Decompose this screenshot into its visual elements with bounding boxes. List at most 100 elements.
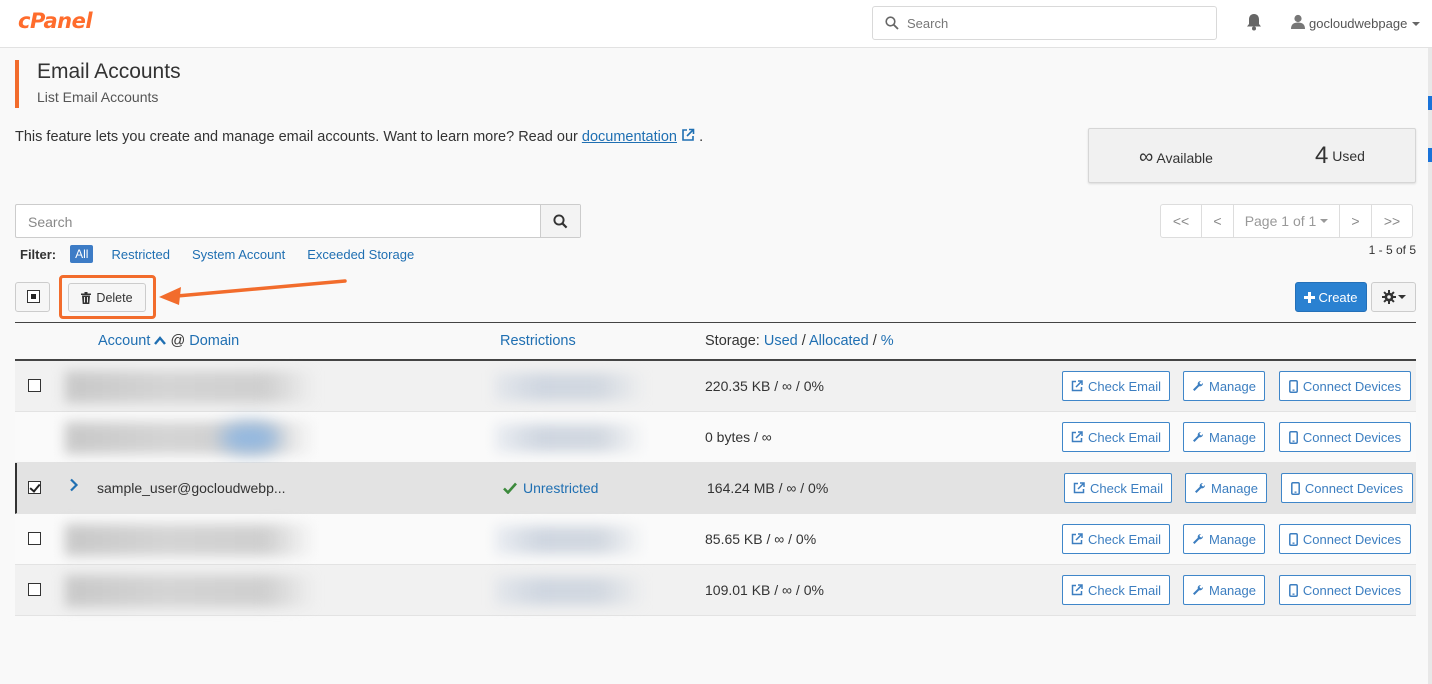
row-checkbox[interactable] (28, 583, 41, 596)
row-checkbox[interactable] (28, 379, 41, 392)
caret-down-icon (1397, 295, 1406, 299)
check-icon (503, 482, 517, 494)
account-search-input[interactable] (28, 212, 528, 232)
connect-devices-button[interactable]: Connect Devices (1281, 473, 1413, 503)
sort-allocated-link[interactable]: Allocated (809, 333, 869, 349)
account-stats: ∞ Available 4 Used (1088, 128, 1416, 183)
redacted-account (65, 524, 315, 556)
filter-all[interactable]: All (70, 245, 94, 263)
storage-value: 220.35 KB / ∞ / 0% (705, 378, 824, 394)
account-email: sample_user@gocloudwebp... (97, 480, 286, 496)
connect-devices-label: Connect Devices (1302, 378, 1402, 394)
next-page-button[interactable]: > (1339, 204, 1372, 238)
filter-bar: Filter: All Restricted System Account Ex… (20, 245, 436, 263)
sort-used-link[interactable]: Used (764, 333, 798, 349)
trash-icon (81, 291, 92, 304)
used-label: Used (1332, 148, 1365, 164)
connect-devices-label: Connect Devices (1302, 582, 1402, 598)
available-value: ∞ (1139, 146, 1154, 168)
first-page-button[interactable]: << (1160, 204, 1202, 238)
manage-button[interactable]: Manage (1183, 575, 1265, 605)
connect-devices-button[interactable]: Connect Devices (1279, 371, 1411, 401)
table-row-selected: sample_user@gocloudwebp... Unrestricted … (15, 463, 1416, 514)
mobile-device-icon (1288, 583, 1298, 597)
manage-button[interactable]: Manage (1183, 422, 1265, 452)
check-email-label: Check Email (1088, 582, 1161, 598)
edge-marker (1428, 96, 1432, 110)
connect-devices-button[interactable]: Connect Devices (1279, 575, 1411, 605)
connect-devices-label: Connect Devices (1302, 429, 1402, 445)
table-row: 109.01 KB / ∞ / 0% Check Email Manage Co… (15, 565, 1416, 616)
check-email-button[interactable]: Check Email (1062, 575, 1170, 605)
delete-label: Delete (96, 290, 133, 305)
check-email-label: Check Email (1088, 378, 1161, 394)
available-stat: ∞ Available (1139, 146, 1213, 169)
last-page-button[interactable]: >> (1371, 204, 1413, 238)
user-icon (1291, 14, 1305, 32)
search-icon (553, 213, 568, 228)
account-search-button[interactable] (540, 205, 580, 237)
redacted-restriction (495, 577, 645, 605)
manage-button[interactable]: Manage (1183, 371, 1265, 401)
search-icon (885, 16, 899, 33)
cpanel-logo[interactable]: cPanel (18, 9, 93, 33)
used-value: 4 (1315, 142, 1329, 169)
manage-label: Manage (1209, 531, 1256, 547)
check-email-button[interactable]: Check Email (1064, 473, 1172, 503)
check-email-button[interactable]: Check Email (1062, 371, 1170, 401)
sort-account-link[interactable]: Account (98, 333, 150, 349)
check-email-label: Check Email (1088, 429, 1161, 445)
create-button[interactable]: Create (1295, 282, 1367, 312)
intro-end: . (699, 129, 704, 145)
unrestricted-link[interactable]: Unrestricted (523, 480, 598, 496)
storage-value: 164.24 MB / ∞ / 0% (707, 480, 829, 496)
sort-percent-link[interactable]: % (881, 333, 894, 349)
wrench-icon (1193, 533, 1204, 544)
notifications-bell-icon[interactable] (1246, 13, 1262, 34)
connect-devices-button[interactable]: Connect Devices (1279, 524, 1411, 554)
chevron-right-icon[interactable] (69, 478, 79, 495)
sort-restrictions-link[interactable]: Restrictions (500, 333, 576, 349)
table-row: 0 bytes / ∞ Check Email Manage Connect D… (15, 412, 1416, 463)
gear-icon (1381, 290, 1396, 304)
connect-devices-button[interactable]: Connect Devices (1279, 422, 1411, 452)
redacted-restriction (495, 373, 645, 401)
row-checkbox[interactable] (28, 532, 41, 545)
accounts-table: Account @ Domain Restrictions Storage: U… (15, 322, 1416, 616)
check-email-button[interactable]: Check Email (1062, 524, 1170, 554)
sort-up-icon[interactable] (154, 333, 167, 349)
check-email-button[interactable]: Check Email (1062, 422, 1170, 452)
account-domain-header: Account @ Domain (98, 333, 239, 349)
separator: / (801, 333, 806, 349)
settings-menu-button[interactable] (1371, 282, 1416, 312)
delete-button[interactable]: Delete (68, 283, 146, 312)
redacted-restriction (495, 526, 645, 554)
external-link-icon[interactable] (681, 128, 699, 145)
table-row: 220.35 KB / ∞ / 0% Check Email Manage Co… (15, 361, 1416, 412)
filter-restricted[interactable]: Restricted (111, 247, 170, 262)
sort-domain-link[interactable]: Domain (189, 333, 239, 349)
row-checkbox[interactable] (28, 481, 41, 494)
filter-exceeded-storage[interactable]: Exceeded Storage (307, 247, 414, 262)
external-link-icon (1071, 431, 1083, 443)
connect-devices-label: Connect Devices (1304, 480, 1404, 496)
documentation-link[interactable]: documentation (582, 129, 677, 145)
filter-system-account[interactable]: System Account (192, 247, 285, 262)
user-menu[interactable]: gocloudwebpage (1291, 14, 1421, 32)
connect-devices-label: Connect Devices (1302, 531, 1402, 547)
global-search-input[interactable] (907, 13, 1207, 33)
select-all-checkbox[interactable] (15, 282, 50, 312)
filter-label: Filter: (20, 246, 57, 262)
manage-button[interactable]: Manage (1185, 473, 1267, 503)
manage-button[interactable]: Manage (1183, 524, 1265, 554)
create-label: Create (1318, 289, 1358, 305)
checkbox-indeterminate (27, 290, 40, 303)
global-search[interactable] (872, 6, 1217, 40)
intro-sentence: This feature lets you create and manage … (15, 129, 582, 145)
wrench-icon (1193, 380, 1204, 391)
at-sign: @ (170, 333, 186, 349)
prev-page-button[interactable]: < (1201, 204, 1234, 238)
page-select[interactable]: Page 1 of 1 (1233, 204, 1340, 238)
storage-value: 85.65 KB / ∞ / 0% (705, 531, 817, 547)
mobile-device-icon (1288, 379, 1298, 393)
